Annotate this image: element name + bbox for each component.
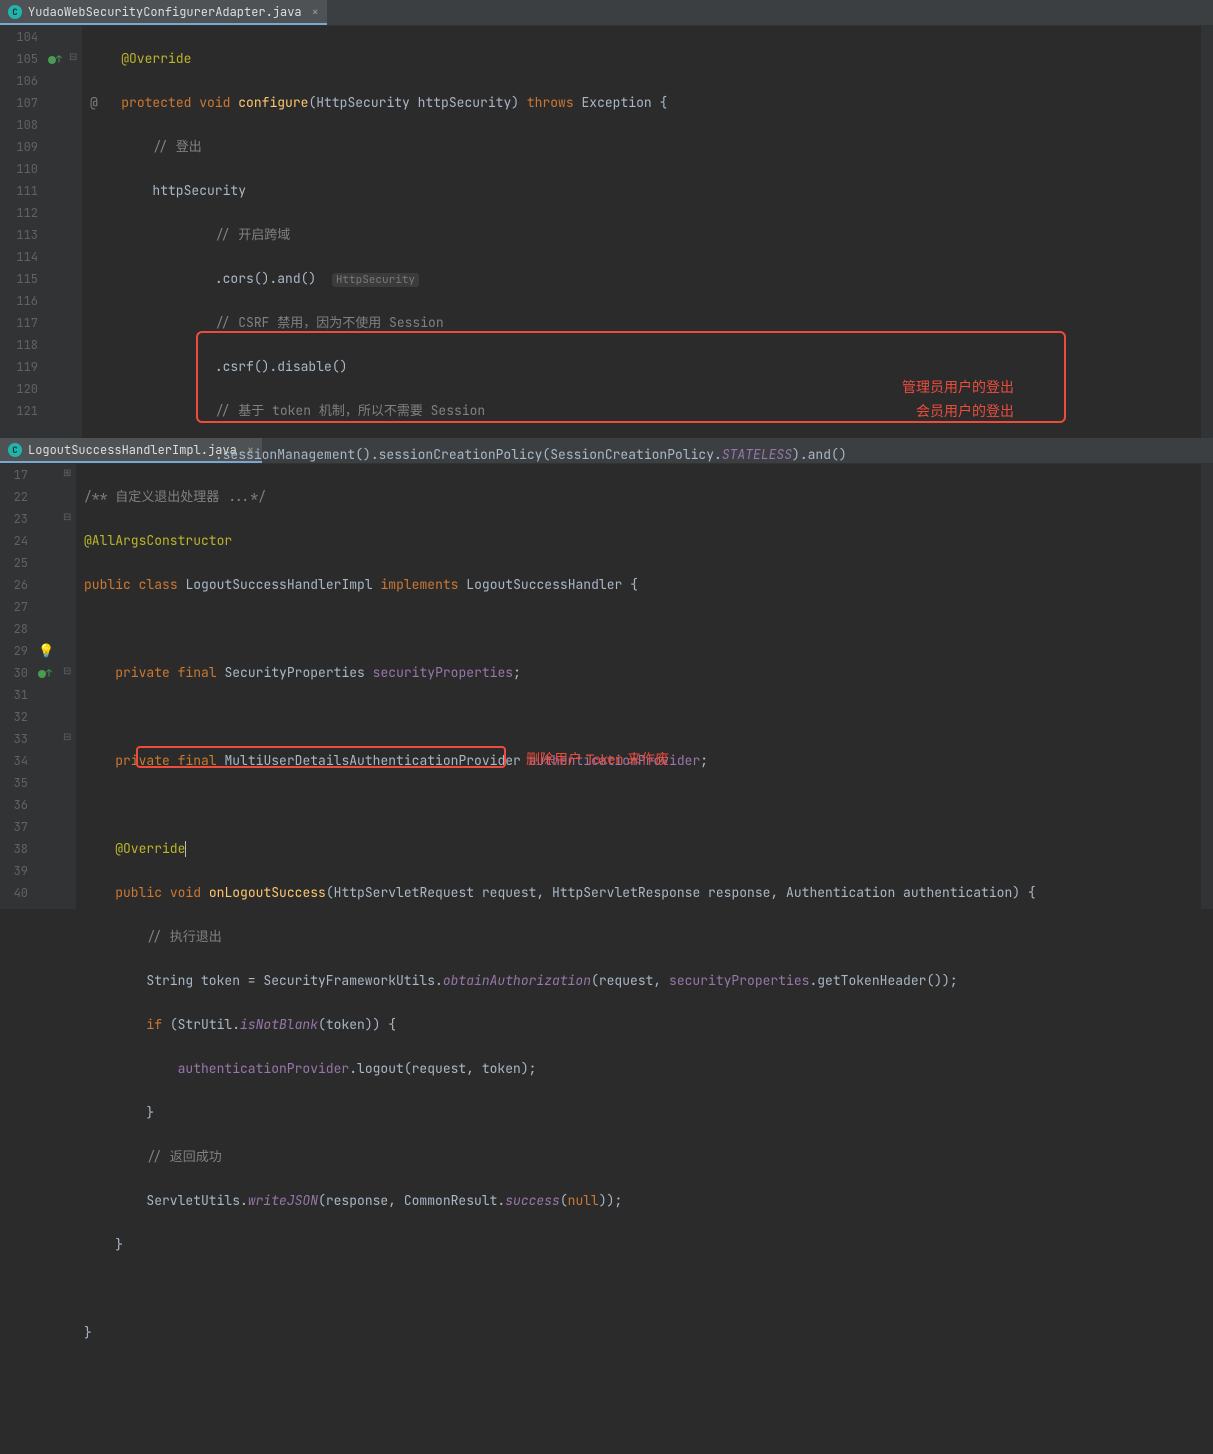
editor-pane-2[interactable]: 17 22 23 24 25 26 27 28 29 30 31 32 33 3… bbox=[0, 464, 1213, 909]
vcs-marker-icon bbox=[38, 670, 46, 678]
inlay-hint: HttpSecurity bbox=[332, 273, 419, 287]
close-icon[interactable]: × bbox=[312, 4, 319, 20]
scroll-map-1[interactable] bbox=[1201, 26, 1213, 438]
line-numbers-2: 17 22 23 24 25 26 27 28 29 30 31 32 33 3… bbox=[0, 464, 38, 909]
java-class-icon: C bbox=[8, 443, 22, 457]
override-up-icon[interactable]: ↑ bbox=[46, 667, 52, 680]
line-numbers-1: 104 105 106 107 108 109 110 111 112 113 … bbox=[0, 26, 48, 438]
code-area-2[interactable]: /** 自定义退出处理器 ...*/ @AllArgsConstructor p… bbox=[76, 464, 1213, 909]
fold-toggle-icon[interactable]: ⊟ bbox=[63, 730, 71, 743]
text-cursor bbox=[185, 841, 186, 857]
fold-toggle-icon[interactable]: ⊞ bbox=[63, 466, 71, 479]
tab-bar-top: C YudaoWebSecurityConfigurerAdapter.java… bbox=[0, 0, 1213, 26]
annotation-member: 会员用户的登出 bbox=[916, 400, 1014, 422]
override-up-icon[interactable]: ↑ bbox=[56, 53, 62, 66]
editor-pane-1[interactable]: 104 105 106 107 108 109 110 111 112 113 … bbox=[0, 26, 1213, 438]
file-tab-1[interactable]: C YudaoWebSecurityConfigurerAdapter.java… bbox=[0, 0, 327, 25]
fold-toggle-icon[interactable]: ⊟ bbox=[63, 510, 71, 523]
annotation-delete-token: 删除用户 Token 来作废 bbox=[526, 748, 669, 770]
tab-filename: YudaoWebSecurityConfigurerAdapter.java bbox=[28, 4, 302, 20]
gutter-marks-2: 💡 ↑ bbox=[38, 464, 62, 909]
fold-toggle-icon[interactable]: ⊟ bbox=[69, 50, 77, 63]
fold-toggle-icon[interactable]: ⊟ bbox=[63, 664, 71, 677]
lightbulb-icon[interactable]: 💡 bbox=[38, 642, 54, 659]
fold-column-1[interactable]: ⊟ bbox=[68, 26, 82, 438]
vcs-marker-icon bbox=[48, 56, 56, 64]
gutter-marks-1: ↑ bbox=[48, 26, 68, 438]
java-class-icon: C bbox=[8, 5, 22, 19]
scroll-map-2[interactable] bbox=[1201, 464, 1213, 909]
fold-column-2[interactable]: ⊞ ⊟ ⊟ ⊟ bbox=[62, 464, 76, 909]
code-area-1[interactable]: @Override @ protected void configure(Htt… bbox=[82, 26, 1213, 438]
annotation-admin: 管理员用户的登出 bbox=[902, 376, 1014, 398]
